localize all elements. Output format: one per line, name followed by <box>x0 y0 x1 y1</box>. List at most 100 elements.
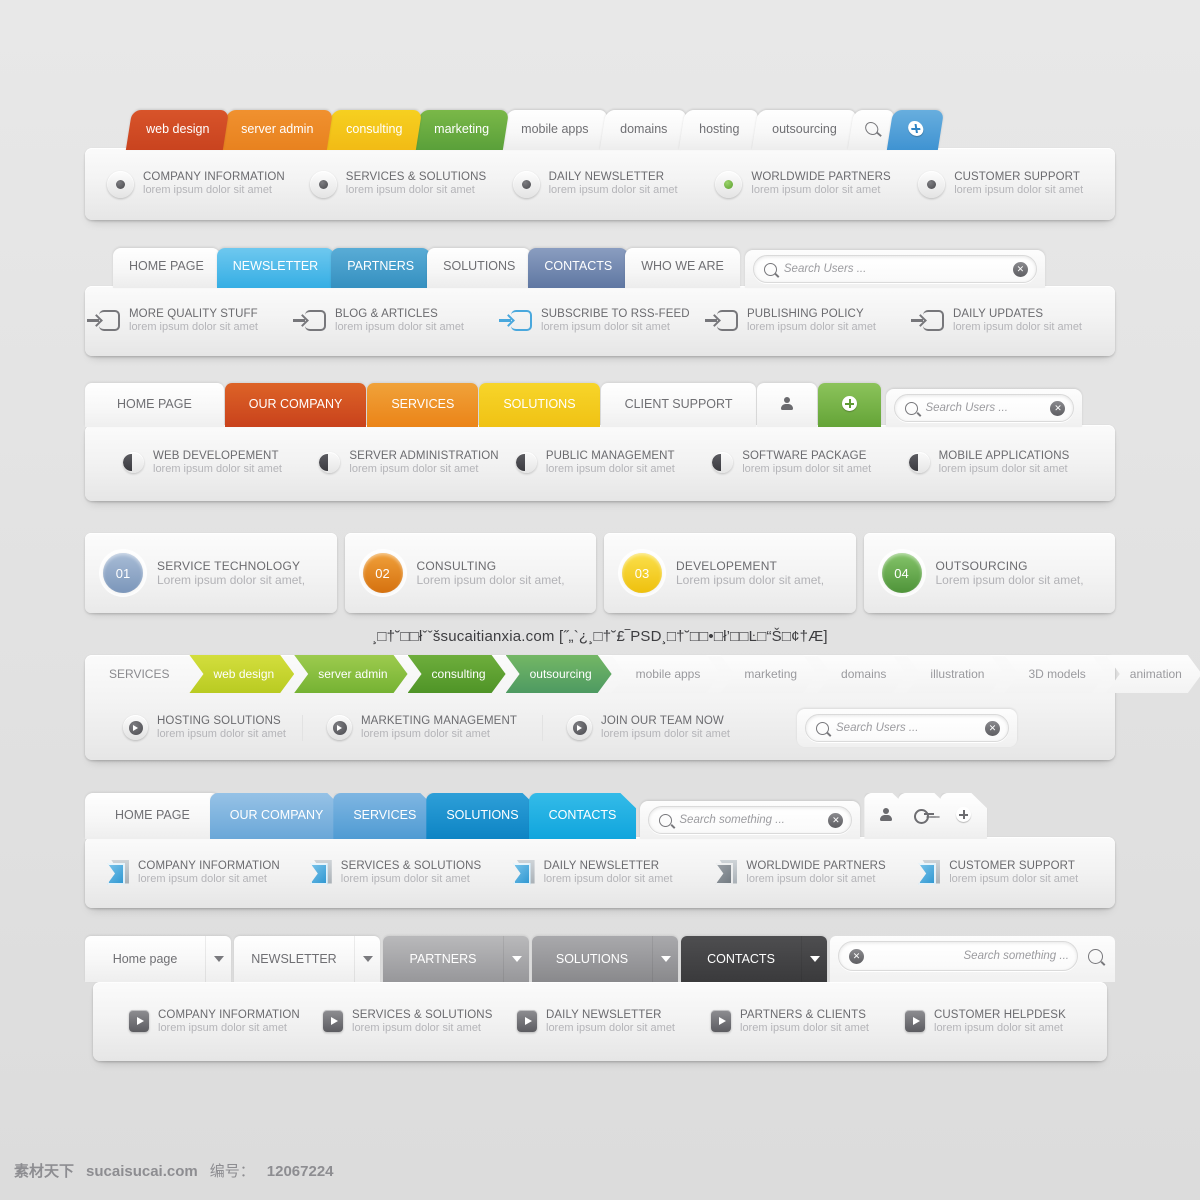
tab-domains[interactable]: domains <box>599 110 688 150</box>
tab-contacts[interactable]: CONTACTS <box>529 793 637 839</box>
feature-item[interactable]: SERVICES & SOLUTIONS lorem ipsum dolor s… <box>309 1009 503 1035</box>
login-arrow-icon <box>87 310 120 332</box>
crumb-animation[interactable]: animation <box>1106 655 1200 693</box>
feature-item[interactable]: COMPANY INFORMATION lorem ipsum dolor si… <box>93 170 296 198</box>
add-button[interactable] <box>818 383 882 427</box>
feature-item[interactable]: MORE QUALITY STUFF lorem ipsum dolor sit… <box>85 308 291 334</box>
tab-web-design[interactable]: web design <box>125 110 230 150</box>
crumb-consulting[interactable]: consulting <box>408 655 506 693</box>
feature-item[interactable]: WEB DEVELOPEMENT lorem ipsum dolor sit a… <box>109 450 305 476</box>
search-input[interactable]: Search Users ... ✕ <box>805 714 1009 742</box>
dropdown-partners[interactable]: PARTNERS <box>383 936 529 982</box>
crumb-domains[interactable]: domains <box>817 655 906 693</box>
feature-item[interactable]: PUBLIC MANAGEMENT lorem ipsum dolor sit … <box>502 450 698 476</box>
clear-icon[interactable]: ✕ <box>849 948 864 964</box>
tab-newsletter[interactable]: NEWSLETTER <box>216 248 335 288</box>
feature-item[interactable]: CUSTOMER HELPDESK lorem ipsum dolor sit … <box>891 1009 1085 1035</box>
card-item[interactable]: 01 SERVICE TECHNOLOGY Lorem ipsum dolor … <box>85 533 337 613</box>
tab-server-admin[interactable]: server admin <box>221 110 334 150</box>
feature-item[interactable]: CUSTOMER SUPPORT lorem ipsum dolor sit a… <box>904 859 1107 886</box>
user-button[interactable] <box>757 383 818 427</box>
tab-who-we-are[interactable]: WHO WE ARE <box>625 248 740 288</box>
tab-marketing[interactable]: marketing <box>413 110 509 150</box>
feature-item[interactable]: CUSTOMER SUPPORT lorem ipsum dolor sit a… <box>904 170 1107 198</box>
clear-icon[interactable]: ✕ <box>985 720 1000 736</box>
feature-item[interactable]: SERVICES & SOLUTIONS lorem ipsum dolor s… <box>296 859 499 886</box>
navbar-3-tabs: HOME PAGE OUR COMPANY SERVICES SOLUTIONS… <box>85 383 1115 427</box>
tab-solutions[interactable]: SOLUTIONS <box>426 793 538 839</box>
feature-item[interactable]: MARKETING MANAGEMENT lorem ipsum dolor s… <box>303 715 543 741</box>
tab-hosting[interactable]: hosting <box>679 110 760 150</box>
feature-item[interactable]: SUBSCRIBE TO RSS-FEED lorem ipsum dolor … <box>497 308 703 334</box>
tab-home-page[interactable]: HOME PAGE <box>85 383 224 427</box>
dropdown-solutions[interactable]: SOLUTIONS <box>532 936 678 982</box>
feature-item[interactable]: HOSTING SOLUTIONS lorem ipsum dolor sit … <box>85 715 303 741</box>
feature-item[interactable]: PUBLISHING POLICY lorem ipsum dolor sit … <box>703 308 909 334</box>
feature-item[interactable]: BLOG & ARTICLES lorem ipsum dolor sit am… <box>291 308 497 334</box>
feature-item[interactable]: WORLDWIDE PARTNERS lorem ipsum dolor sit… <box>701 859 904 886</box>
feature-item[interactable]: COMPANY INFORMATION lorem ipsum dolor si… <box>115 1009 309 1035</box>
feature-item[interactable]: MOBILE APPLICATIONS lorem ipsum dolor si… <box>895 450 1091 476</box>
tab-client-support[interactable]: CLIENT SUPPORT <box>600 383 757 427</box>
crumb-3d-models[interactable]: 3D models <box>1004 655 1105 693</box>
crumb-mobile-apps[interactable]: mobile apps <box>612 655 721 693</box>
chevron-down-icon[interactable] <box>652 936 678 982</box>
crumb-web-design[interactable]: web design <box>189 655 294 693</box>
card-item[interactable]: 02 CONSULTING Lorem ipsum dolor sit amet… <box>344 533 596 613</box>
feature-item[interactable]: SOFTWARE PACKAGE lorem ipsum dolor sit a… <box>698 450 894 476</box>
crumb-outsourcing[interactable]: outsourcing <box>506 655 612 693</box>
search-input[interactable]: ✕ Search something ... <box>838 941 1078 971</box>
crumb-services[interactable]: SERVICES <box>85 655 189 693</box>
tab-outsourcing[interactable]: outsourcing <box>751 110 857 150</box>
tab-our-company[interactable]: OUR COMPANY <box>224 383 367 427</box>
dropdown-home-page[interactable]: Home page <box>85 936 231 982</box>
feature-item[interactable]: PARTNERS & CLIENTS lorem ipsum dolor sit… <box>697 1009 891 1035</box>
crumb-illustration[interactable]: illustration <box>906 655 1004 693</box>
search-input[interactable]: Search Users ... ✕ <box>752 255 1037 283</box>
tab-services[interactable]: SERVICES <box>367 383 479 427</box>
search-input[interactable]: Search Users ... ✕ <box>894 394 1075 422</box>
add-button[interactable] <box>887 110 945 150</box>
tab-home-page[interactable]: HOME PAGE <box>113 248 220 288</box>
crumb-label: marketing <box>744 667 798 681</box>
clear-icon[interactable]: ✕ <box>828 812 844 828</box>
chevron-down-icon[interactable] <box>354 936 380 982</box>
navbar-2-body: MORE QUALITY STUFF lorem ipsum dolor sit… <box>85 286 1115 356</box>
tab-consulting[interactable]: consulting <box>325 110 422 150</box>
dropdown-newsletter[interactable]: NEWSLETTER <box>234 936 380 982</box>
feature-item[interactable]: DAILY UPDATES lorem ipsum dolor sit amet <box>909 308 1115 334</box>
feature-item[interactable]: WORLDWIDE PARTNERS lorem ipsum dolor sit… <box>701 170 904 198</box>
clear-icon[interactable]: ✕ <box>1012 261 1028 277</box>
crumb-marketing[interactable]: marketing <box>720 655 817 693</box>
card-item[interactable]: 04 OUTSOURCING Lorem ipsum dolor sit ame… <box>863 533 1115 613</box>
dropdown-contacts[interactable]: CONTACTS <box>681 936 827 982</box>
feature-item[interactable]: SERVER ADMINISTRATION lorem ipsum dolor … <box>305 450 501 476</box>
clear-icon[interactable]: ✕ <box>1050 400 1066 416</box>
tab-home-page[interactable]: HOME PAGE <box>85 793 220 839</box>
feature-item[interactable]: DAILY NEWSLETTER lorem ipsum dolor sit a… <box>499 170 702 198</box>
feature-item[interactable]: COMPANY INFORMATION lorem ipsum dolor si… <box>93 859 296 886</box>
feature-title: WORLDWIDE PARTNERS <box>751 171 891 184</box>
navbar-2: MORE QUALITY STUFF lorem ipsum dolor sit… <box>85 248 1115 356</box>
tab-our-company[interactable]: OUR COMPANY <box>210 793 344 839</box>
tab-partners[interactable]: PARTNERS <box>331 248 431 288</box>
chevron-down-icon[interactable] <box>503 936 529 982</box>
search-icon[interactable] <box>1088 948 1103 964</box>
tab-services[interactable]: SERVICES <box>333 793 436 839</box>
chevron-down-icon[interactable] <box>205 936 231 982</box>
feature-title: WEB DEVELOPEMENT <box>153 450 279 463</box>
feature-item[interactable]: DAILY NEWSLETTER lorem ipsum dolor sit a… <box>499 859 702 886</box>
feature-item[interactable]: JOIN OUR TEAM NOW lorem ipsum dolor sit … <box>543 715 773 741</box>
tab-solutions[interactable]: SOLUTIONS <box>427 248 532 288</box>
tab-solutions[interactable]: SOLUTIONS <box>479 383 600 427</box>
crumb-server-admin[interactable]: server admin <box>294 655 407 693</box>
card-item[interactable]: 03 DEVELOPEMENT Lorem ipsum dolor sit am… <box>604 533 856 613</box>
feature-title: CUSTOMER HELPDESK <box>934 1008 1066 1021</box>
feature-item[interactable]: SERVICES & SOLUTIONS lorem ipsum dolor s… <box>296 170 499 198</box>
chevron-down-icon[interactable] <box>801 936 827 982</box>
tab-mobile-apps[interactable]: mobile apps <box>500 110 609 150</box>
tab-contacts[interactable]: CONTACTS <box>528 248 629 288</box>
search-input[interactable]: Search something ... ✕ <box>648 806 853 834</box>
add-button[interactable] <box>940 793 987 839</box>
feature-item[interactable]: DAILY NEWSLETTER lorem ipsum dolor sit a… <box>503 1009 697 1035</box>
